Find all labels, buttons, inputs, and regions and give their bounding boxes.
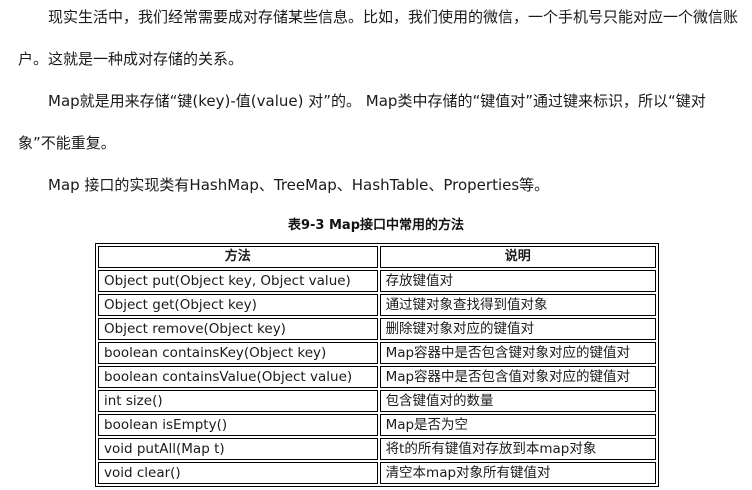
description-cell: 存放键值对 — [379, 270, 656, 292]
description-cell: 删除键对象对应的键值对 — [379, 318, 656, 340]
description-cell: 通过键对象查找得到值对象 — [379, 294, 656, 316]
method-cell: int size() — [98, 390, 378, 412]
table-row: Object put(Object key, Object value) 存放键… — [98, 270, 656, 292]
description-cell: 清空本map对象所有键值对 — [379, 462, 656, 484]
paragraph-implementations: Map 接口的实现类有HashMap、TreeMap、HashTable、Pro… — [48, 176, 550, 194]
method-cell: boolean containsValue(Object value) — [98, 366, 378, 388]
table-row: void clear() 清空本map对象所有键值对 — [98, 462, 656, 484]
map-methods-table: 方法 说明 Object put(Object key, Object valu… — [95, 243, 659, 487]
description-cell: Map容器中是否包含值对象对应的键值对 — [379, 366, 656, 388]
paragraph-intro: 现实生活中，我们经常需要成对存储某些信息。比如，我们使用的微信，一个手机号只能对… — [18, 8, 739, 68]
description-cell: Map容器中是否包含键对象对应的键值对 — [379, 342, 656, 364]
table-row: boolean containsKey(Object key) Map容器中是否… — [98, 342, 656, 364]
table-row: int size() 包含键值对的数量 — [98, 390, 656, 412]
description-cell: Map是否为空 — [379, 414, 656, 436]
header-method: 方法 — [98, 246, 378, 268]
description-cell: 将t的所有键值对存放到本map对象 — [379, 438, 656, 460]
method-cell: boolean containsKey(Object key) — [98, 342, 378, 364]
table-row: boolean isEmpty() Map是否为空 — [98, 414, 656, 436]
table-row: Object remove(Object key) 删除键对象对应的键值对 — [98, 318, 656, 340]
paragraph-map-definition: Map就是用来存储“键(key)-值(value) 对”的。 Map类中存储的“… — [18, 92, 706, 152]
method-cell: Object get(Object key) — [98, 294, 378, 316]
method-cell: void clear() — [98, 462, 378, 484]
description-cell: 包含键值对的数量 — [379, 390, 656, 412]
method-cell: Object put(Object key, Object value) — [98, 270, 378, 292]
method-cell: boolean isEmpty() — [98, 414, 378, 436]
method-cell: Object remove(Object key) — [98, 318, 378, 340]
table-row: Object get(Object key) 通过键对象查找得到值对象 — [98, 294, 656, 316]
header-description: 说明 — [379, 246, 656, 268]
method-cell: void putAll(Map t) — [98, 438, 378, 460]
table-caption: 表9-3 Map接口中常用的方法 — [287, 218, 465, 233]
table-row: void putAll(Map t) 将t的所有键值对存放到本map对象 — [98, 438, 656, 460]
table-header-row: 方法 说明 — [98, 246, 656, 268]
table-row: boolean containsValue(Object value) Map容… — [98, 366, 656, 388]
